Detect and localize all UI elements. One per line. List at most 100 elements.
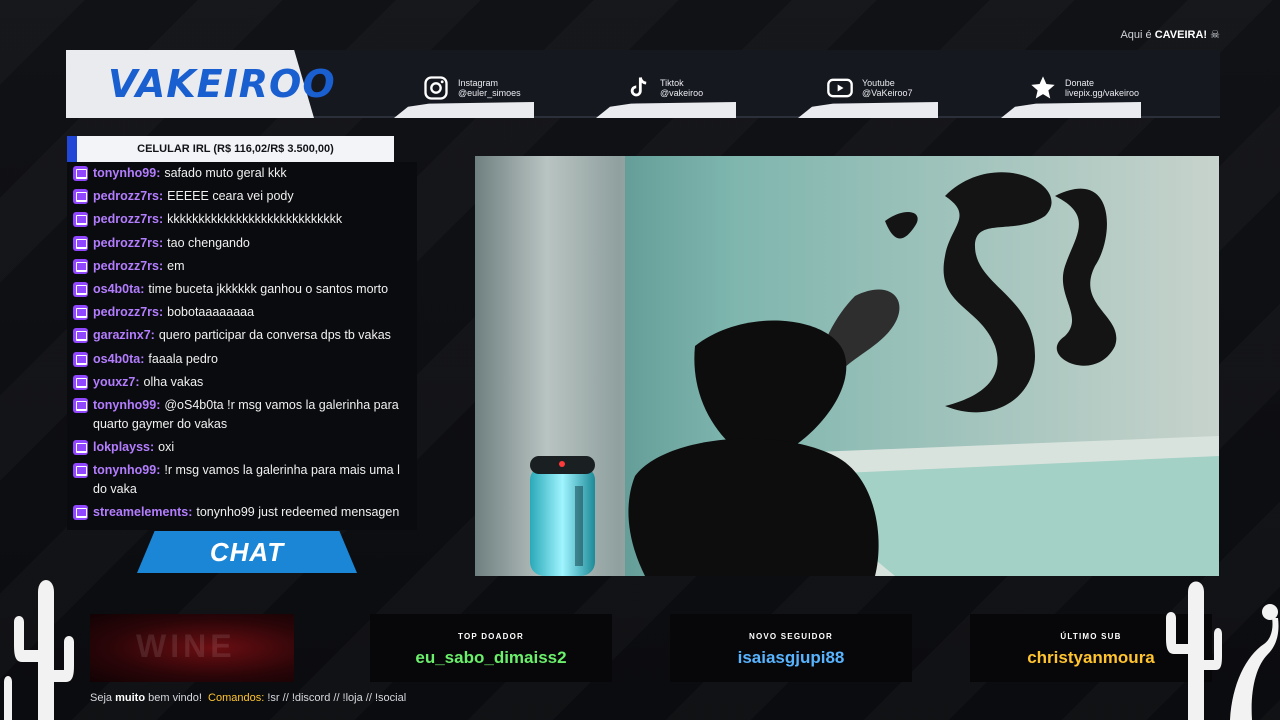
- sponsor-banner[interactable]: WINE: [90, 614, 294, 682]
- chat-username: streamelements:: [93, 505, 193, 520]
- social-youtube[interactable]: Youtube @VaKeiroo7: [798, 72, 942, 118]
- cactus-left-icon: [4, 580, 74, 720]
- chat-username: tonynho99:: [93, 166, 161, 180]
- social-handle: livepix.gg/vakeiroo: [1065, 88, 1140, 98]
- social-instagram[interactable]: Instagram @euler_simoes: [394, 72, 538, 118]
- social-name: Donate: [1065, 78, 1095, 88]
- chat-text: em: [167, 258, 185, 273]
- chat-username: pedrozz7rs:: [93, 305, 164, 320]
- goal-label: CELULAR IRL (R$ 116,02/R$ 3.500,00): [137, 143, 334, 155]
- chat-message: lokplayss: oxi: [67, 436, 417, 459]
- social-donate[interactable]: Donate livepix.gg/vakeiroo: [1001, 72, 1145, 118]
- twitch-icon: [73, 282, 88, 298]
- top-donor-name: eu_sabo_dimaiss2: [415, 648, 567, 667]
- twitch-icon: [73, 212, 88, 228]
- tiktok-icon: [630, 77, 647, 97]
- chat-message: pedrozz7rs: bobotaaaaaaaa: [67, 301, 417, 324]
- new-follower-panel: NOVO SEGUIDOR isaiasgjupi88: [670, 614, 912, 682]
- chat-panel: tonynho99: safado muto geral kkk pedrozz7…: [67, 162, 417, 530]
- twitch-icon: [73, 374, 88, 390]
- webcam-image: [475, 156, 1219, 576]
- chat-text: quero participar da conversa dps tb vaka…: [158, 328, 391, 343]
- twitch-icon: [73, 398, 88, 414]
- chat-message: pedrozz7rs: em: [67, 255, 417, 278]
- welcome-suffix: bem vindo!: [148, 692, 202, 704]
- chat-message: tonynho99: !r msg vamos la galerinha para…: [67, 459, 417, 501]
- chat-username: pedrozz7rs:: [93, 189, 164, 204]
- cactus-right-icon: [1166, 581, 1279, 720]
- twitch-icon: [73, 505, 88, 521]
- chat-username: pedrozz7rs:: [93, 235, 164, 250]
- chat-message: pedrozz7rs: tao chengando: [67, 232, 417, 255]
- chat-text: kkkkkkkkkkkkkkkkkkkkkkkkkkkk: [167, 212, 343, 227]
- twitch-icon: [73, 328, 88, 344]
- social-name: Tiktok: [660, 78, 684, 88]
- social-handle: @euler_simoes: [458, 88, 521, 98]
- social-handle: @vakeiroo: [660, 88, 704, 98]
- social-wave: [394, 102, 534, 118]
- commands-list: !sr // !discord // !loja // !social: [267, 692, 407, 704]
- chat-username: youxz7:: [93, 374, 140, 389]
- chat-text: bobotaaaaaaaa: [167, 305, 255, 320]
- welcome-strong: muito: [115, 692, 146, 704]
- chat-message: pedrozz7rs: EEEEE ceara vei pody: [67, 185, 417, 208]
- social-wave: [596, 102, 736, 118]
- social-handle: @VaKeiroo7: [862, 88, 913, 98]
- chat-text: tonynho99 just redeemed mensagen: [196, 505, 400, 520]
- twitch-icon: [73, 463, 88, 479]
- chat-username: pedrozz7rs:: [93, 212, 164, 227]
- chat-username: garazinx7:: [93, 328, 155, 343]
- chat-username: pedrozz7rs:: [93, 258, 164, 273]
- chat-username: lokplayss:: [93, 440, 155, 455]
- tagline-brand: CAVEIRA!: [1154, 29, 1208, 41]
- webcam-feed: [475, 156, 1219, 576]
- twitch-icon: [73, 305, 88, 321]
- chat-username: os4b0ta:: [93, 351, 145, 366]
- chat-message: youxz7: olha vakas: [67, 371, 417, 394]
- social-tiktok[interactable]: Tiktok @vakeiroo: [596, 72, 740, 118]
- instagram-icon: [424, 76, 448, 100]
- chat-username: os4b0ta:: [93, 282, 145, 297]
- twitch-icon: [73, 440, 88, 456]
- donation-goal-bar: CELULAR IRL (R$ 116,02/R$ 3.500,00): [67, 136, 394, 162]
- chat-text: time buceta jkkkkkk ganhou o santos mort…: [148, 282, 389, 297]
- chat-message: pedrozz7rs: kkkkkkkkkkkkkkkkkkkkkkkkkkkk: [67, 208, 417, 231]
- chat-text: oxi: [158, 440, 175, 455]
- social-wave: [798, 102, 938, 118]
- top-donor-panel: TOP DOADOR eu_sabo_dimaiss2: [370, 614, 612, 682]
- star-icon: [1031, 76, 1055, 99]
- youtube-icon: [827, 78, 853, 98]
- chat-text: faaala pedro: [148, 351, 218, 366]
- social-name: Instagram: [458, 78, 499, 88]
- commands-label: Comandos:: [208, 692, 265, 704]
- panel-title: TOP DOADOR: [458, 632, 524, 641]
- chat-tab-label: CHAT: [137, 531, 357, 573]
- chat-text: safado muto geral kkk: [164, 166, 287, 180]
- channel-logo: VAKEIROO: [108, 62, 336, 106]
- chat-message: tonynho99: safado muto geral kkk: [67, 162, 417, 185]
- chat-text: tao chengando: [167, 235, 250, 250]
- welcome-prefix: Seja: [90, 692, 113, 704]
- top-tagline: Aqui é CAVEIRA! ☠: [1120, 28, 1220, 41]
- skull-icon: ☠: [1210, 29, 1220, 41]
- twitch-icon: [73, 258, 88, 274]
- social-name: Youtube: [862, 78, 895, 88]
- panel-title: NOVO SEGUIDOR: [748, 632, 834, 641]
- tagline-prefix: Aqui é: [1120, 29, 1152, 41]
- footer-ticker: Seja muito bem vindo! Comandos: !sr // !…: [90, 692, 406, 704]
- chat-message: tonynho99: @oS4b0ta !r msg vamos la galer…: [67, 394, 417, 436]
- chat-username: tonynho99:: [93, 398, 161, 413]
- chat-text: EEEEE ceara vei pody: [167, 189, 294, 204]
- twitch-icon: [73, 351, 88, 367]
- new-follower-name: isaiasgjupi88: [737, 648, 845, 667]
- twitch-icon: [73, 166, 88, 181]
- social-wave: [1001, 102, 1141, 118]
- chat-username: tonynho99:: [93, 463, 161, 478]
- chat-message: garazinx7: quero participar da conversa d…: [67, 324, 417, 347]
- chat-text: olha vakas: [143, 374, 204, 389]
- twitch-icon: [73, 189, 88, 205]
- sponsor-text: WINE: [136, 628, 236, 664]
- twitch-icon: [73, 235, 88, 251]
- chat-message: streamelements: tonynho99 just redeemed m…: [67, 501, 417, 524]
- chat-message: os4b0ta: time buceta jkkkkkk ganhou o san…: [67, 278, 417, 301]
